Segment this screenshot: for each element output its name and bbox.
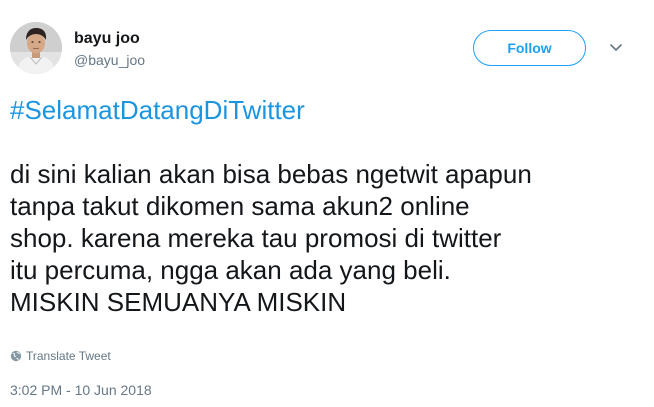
hashtag-link[interactable]: #SelamatDatangDiTwitter (10, 94, 630, 126)
tweet-timestamp[interactable]: 3:02 PM - 10 Jun 2018 (10, 381, 152, 399)
tweet-card: bayu joo @bayu_joo Follow #SelamatDatang… (0, 0, 654, 407)
user-handle[interactable]: @bayu_joo (74, 51, 145, 69)
chevron-down-icon[interactable] (606, 40, 626, 56)
tweet-line: tanpa takut dikomen sama akun2 online (10, 191, 470, 221)
follow-button[interactable]: Follow (473, 30, 586, 66)
translate-label[interactable]: Translate Tweet (26, 348, 111, 364)
tweet-line: MISKIN SEMUANYA MISKIN (10, 287, 347, 317)
tweet-text: #SelamatDatangDiTwitter di sini kalian a… (10, 94, 630, 318)
tweet-line: shop. karena mereka tau promosi di twitt… (10, 223, 502, 253)
display-name[interactable]: bayu joo (74, 30, 140, 48)
tweet-line: di sini kalian akan bisa bebas ngetwit a… (10, 159, 532, 189)
translate-tweet-link[interactable]: Translate Tweet (10, 348, 111, 364)
tweet-line: itu percuma, ngga akan ada yang beli. (10, 255, 451, 285)
avatar[interactable] (10, 22, 62, 74)
globe-icon (10, 350, 22, 362)
